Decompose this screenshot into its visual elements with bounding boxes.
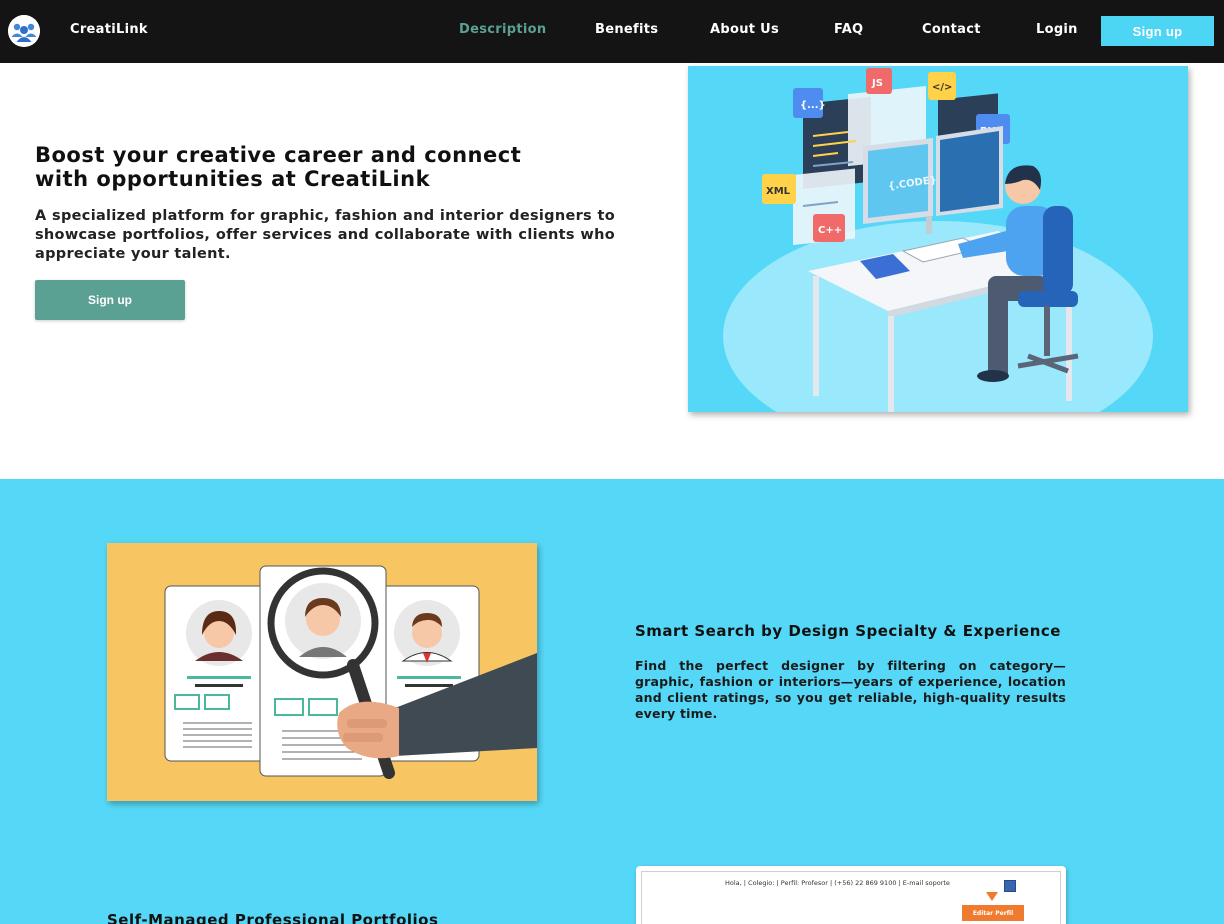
feature-portfolios-title: Self-Managed Professional Portfolios	[107, 911, 439, 924]
hero-signup-button[interactable]: Sign up	[35, 280, 185, 320]
tag-xml: XML	[766, 186, 791, 197]
nav-link-description[interactable]: Description	[459, 22, 546, 37]
feature-smart-search-title: Smart Search by Design Specialty & Exper…	[635, 622, 1061, 640]
developer-illustration: {...} JS </> PHP XML C++ {.CODE}	[688, 66, 1188, 412]
resume-card-left-icon	[164, 585, 276, 762]
screenshot-topbar: Hola, | Colegio: | Perfil: Profesor | (+…	[725, 879, 950, 887]
nav-signup-button[interactable]: Sign up	[1101, 16, 1214, 46]
users-logo-icon[interactable]	[8, 15, 40, 47]
tag-html: </>	[932, 82, 952, 93]
nav-link-benefits[interactable]: Benefits	[595, 22, 658, 37]
portfolio-screenshot: Hola, | Colegio: | Perfil: Profesor | (+…	[636, 866, 1066, 924]
edit-profile-button[interactable]: Editar Perfil	[962, 905, 1024, 921]
nav-link-contact[interactable]: Contact	[922, 22, 981, 37]
nav-link-login[interactable]: Login	[1036, 22, 1078, 37]
feature-smart-search-description: Find the perfect designer by filtering o…	[635, 658, 1066, 721]
nav-link-about-us[interactable]: About Us	[710, 22, 779, 37]
tag-js: JS	[871, 78, 883, 89]
nav-link-faq[interactable]: FAQ	[834, 22, 863, 37]
navbar: CreatiLink Description Benefits About Us…	[0, 0, 1224, 63]
tag-cpp: C++	[818, 225, 842, 236]
tag-braces: {...}	[800, 100, 826, 111]
hero-title: Boost your creative career and connect w…	[35, 143, 522, 191]
arrow-down-icon	[986, 892, 998, 901]
candidate-search-illustration	[107, 543, 537, 801]
hero-description: A specialized platform for graphic, fash…	[35, 208, 615, 262]
brand-name[interactable]: CreatiLink	[70, 22, 148, 37]
screenshot-frame: Hola, | Colegio: | Perfil: Profesor | (+…	[641, 871, 1061, 924]
features-section: Smart Search by Design Specialty & Exper…	[0, 479, 1224, 924]
user-profile-icon	[1004, 880, 1016, 892]
